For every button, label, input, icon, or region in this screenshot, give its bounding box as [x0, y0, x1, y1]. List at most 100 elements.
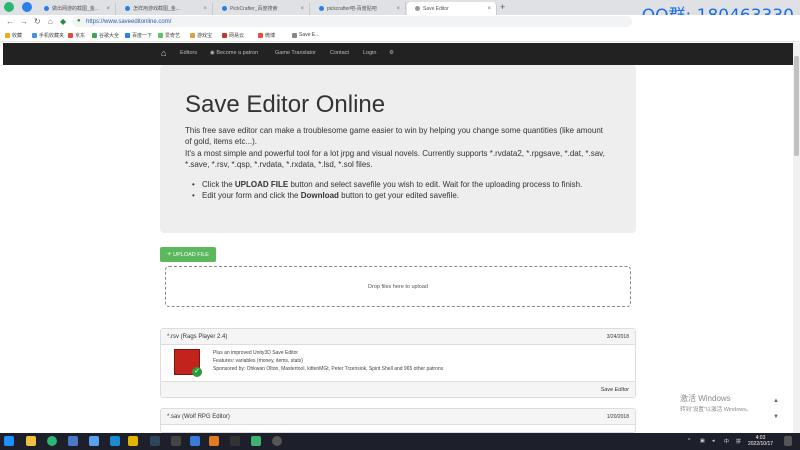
start-icon[interactable]: [4, 436, 14, 446]
browser-toolbar: ← → ↻ ⌂ ◆ ● https://www.saveeditonline.c…: [0, 15, 800, 29]
page-scrollbar[interactable]: [793, 43, 800, 433]
editor-panel: *.rsv (Rags Player 2.4) 3/24/2018 ✓ Plus…: [160, 328, 636, 398]
rags-player-thumbnail: ✓: [174, 349, 202, 377]
address-bar-url: https://www.saveeditonline.com/: [86, 18, 172, 25]
windows-taskbar: ^ ▣ ◂ 中 拼 4:03 2022/10/17: [0, 433, 800, 450]
bookmark-item[interactable]: 游戏宝: [190, 32, 212, 39]
scroll-down-icon[interactable]: ▼: [773, 414, 779, 420]
save-editor-link[interactable]: Save Editor: [601, 387, 629, 393]
editor-panel: *.sav (Wolf RPG Editor) 1/20/2018: [160, 408, 636, 433]
bookmark-item[interactable]: 手机收藏夹: [32, 32, 64, 39]
tab-close-icon[interactable]: ×: [487, 6, 491, 12]
nav-editors[interactable]: Editors: [180, 50, 197, 56]
back-icon[interactable]: ←: [6, 17, 14, 26]
panel-heading: *.sav (Wolf RPG Editor) 1/20/2018: [161, 409, 635, 425]
scroll-up-icon[interactable]: ▲: [773, 398, 779, 404]
instructions-list: Click the UPLOAD FILE button and select …: [190, 179, 600, 201]
app-icon[interactable]: [171, 436, 181, 446]
game-icon[interactable]: [128, 436, 138, 446]
bookmark-icon: [68, 33, 73, 38]
taskbar-clock[interactable]: 4:03 2022/10/17: [748, 435, 773, 447]
tab-label: Save Editor: [423, 5, 449, 12]
bookmark-item[interactable]: Save E...: [292, 32, 319, 38]
address-bar[interactable]: ● https://www.saveeditonline.com/: [72, 16, 632, 27]
panel-title: *.sav (Wolf RPG Editor): [167, 413, 230, 420]
file-explorer-icon[interactable]: [26, 436, 36, 446]
steam-icon[interactable]: [150, 436, 160, 446]
home-icon[interactable]: ⌂: [48, 17, 53, 26]
new-tab-button[interactable]: +: [500, 2, 505, 12]
app-icon[interactable]: [251, 436, 261, 446]
tab-favicon-icon: [44, 6, 49, 11]
app-icon[interactable]: [209, 436, 219, 446]
tab-close-icon[interactable]: ×: [396, 6, 400, 12]
instruction-item: Edit your form and click the Download bu…: [190, 190, 600, 201]
app-icon[interactable]: [190, 436, 200, 446]
app-icon[interactable]: [230, 436, 240, 446]
tab-close-icon[interactable]: ×: [300, 6, 304, 12]
settings-icon[interactable]: ⚙: [389, 50, 394, 56]
shield-icon[interactable]: ◆: [60, 17, 66, 26]
panel-title: *.rsv (Rags Player 2.4): [167, 333, 228, 340]
nav-contact[interactable]: Contact: [330, 50, 349, 56]
notification-icon[interactable]: [784, 436, 792, 446]
reload-icon[interactable]: ↻: [34, 17, 41, 26]
tray-ime-icon[interactable]: 拼: [736, 438, 741, 445]
scrollbar-thumb[interactable]: [794, 56, 799, 156]
bookmark-item[interactable]: 百度一下: [125, 32, 152, 39]
nav-game-translator[interactable]: Game Translator: [275, 50, 316, 56]
dropzone-text: Drop files here to upload: [368, 283, 428, 290]
panel-date: 3/24/2018: [606, 333, 629, 340]
bookmark-item[interactable]: 京东: [68, 32, 85, 39]
intro-paragraph: This free save editor can make a trouble…: [185, 126, 604, 146]
windows-activation-watermark: 激活 Windows 转到“设置”以激活 Windows。: [680, 394, 752, 413]
app-icon[interactable]: [272, 436, 282, 446]
bookmark-icon: [190, 33, 195, 38]
bookmarks-bar: 收藏 手机收藏夹 京东 谷歌大全 百度一下 爱奇艺 游戏宝 网易云 微博 Sav…: [0, 29, 800, 42]
tray-up-arrow-icon[interactable]: ^: [688, 438, 690, 444]
panel-description: Plus an improved Unity3D Save Editor Fea…: [213, 350, 444, 372]
tab-4[interactable]: pickcrafter吧-百度贴吧 ×: [311, 2, 406, 15]
bookmark-icon: [158, 33, 163, 38]
tray-volume-icon[interactable]: ◂: [712, 438, 715, 444]
app-icon[interactable]: [68, 436, 78, 446]
tab-3[interactable]: PickCrafter_百度搜索 ×: [214, 2, 310, 15]
app-icon[interactable]: [89, 436, 99, 446]
bookmark-icon: [32, 33, 37, 38]
panel-heading: *.rsv (Rags Player 2.4) 3/24/2018: [161, 329, 635, 345]
tab-save-editor[interactable]: Save Editor ×: [407, 2, 497, 15]
browser-menu-icon[interactable]: [22, 2, 32, 12]
file-dropzone[interactable]: Drop files here to upload: [165, 266, 631, 307]
bookmark-icon: [92, 33, 97, 38]
tab-1[interactable]: 做出网游的截图_金... ×: [36, 2, 116, 15]
site-home-icon[interactable]: ⌂: [161, 48, 166, 58]
upload-file-button[interactable]: + UPLOAD FILE: [160, 247, 216, 262]
forward-icon[interactable]: →: [20, 17, 28, 26]
bookmark-icon: [292, 32, 297, 38]
tab-label: 做出网游的截图_金...: [52, 6, 99, 12]
tab-2[interactable]: 怎样用游戏截图_金... ×: [117, 2, 213, 15]
bookmark-icon: [258, 33, 263, 38]
bookmark-item[interactable]: 网易云: [222, 32, 244, 39]
bookmark-item[interactable]: 收藏: [5, 32, 22, 39]
bookmark-item[interactable]: 微博: [258, 32, 275, 39]
browser-logo-icon[interactable]: [4, 2, 14, 12]
bookmark-item[interactable]: 爱奇艺: [158, 32, 180, 39]
panel-date: 1/20/2018: [606, 413, 629, 420]
bookmark-icon: [125, 33, 130, 38]
instruction-item: Click the UPLOAD FILE button and select …: [190, 179, 600, 190]
supported-formats-paragraph: It's a most simple and powerful tool for…: [185, 149, 605, 169]
browser-taskbar-icon[interactable]: [47, 436, 57, 446]
tab-close-icon[interactable]: ×: [106, 6, 110, 12]
tab-favicon-icon: [222, 6, 227, 11]
tray-network-icon[interactable]: ▣: [700, 438, 705, 444]
tab-close-icon[interactable]: ×: [203, 6, 207, 12]
tab-label: pickcrafter吧-百度贴吧: [327, 6, 377, 12]
app-icon[interactable]: [110, 436, 120, 446]
nav-become-a-patron[interactable]: ◉ Become a patron: [210, 50, 258, 56]
tab-label: 怎样用游戏截图_金...: [133, 6, 180, 12]
nav-login[interactable]: Login: [363, 50, 376, 56]
tray-ime-icon[interactable]: 中: [724, 438, 729, 445]
page-title: Save Editor Online: [185, 91, 386, 118]
bookmark-item[interactable]: 谷歌大全: [92, 32, 119, 39]
